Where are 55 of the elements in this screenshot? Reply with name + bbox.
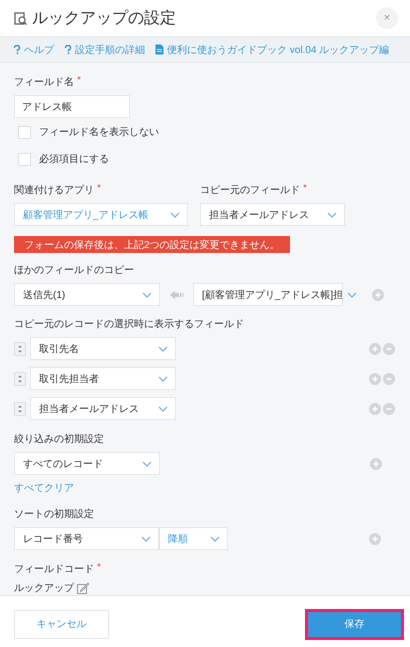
dropdown[interactable]: レコード番号 [14, 527, 159, 550]
text-input[interactable]: アドレス帳 [14, 95, 130, 118]
field-label: フィールドコード [14, 563, 94, 576]
dropdown[interactable]: 担当者メールアドレス [200, 203, 345, 226]
field-label: フィールド名 [14, 76, 74, 89]
field-label: コピー元のフィールド [200, 184, 300, 197]
chevron-down-icon [158, 404, 168, 412]
dialog-title: ルックアップの設定 [32, 8, 177, 28]
chevron-down-icon [347, 290, 358, 298]
required-mark: * [77, 75, 81, 88]
minus-icon [383, 402, 395, 414]
chevron-down-icon [158, 374, 168, 382]
checkbox[interactable] [18, 126, 31, 138]
dropdown[interactable]: 取引先担当者 [30, 367, 176, 390]
field-label: 関連付けるアプリ [14, 184, 94, 197]
required-mark: * [97, 562, 101, 575]
plus-icon [369, 402, 381, 414]
dropdown[interactable]: 取引先名 [30, 337, 176, 360]
chevron-down-icon [142, 460, 152, 468]
dropdown[interactable]: 送信先(1) [14, 283, 160, 306]
dropdown[interactable]: 担当者メールアドレス [30, 397, 176, 420]
field-label: ソートの初期設定 [14, 508, 94, 521]
sort-handle-icon [14, 402, 26, 416]
plus-icon [370, 458, 382, 470]
chevron-down-icon [170, 210, 180, 218]
lookup-icon [14, 12, 27, 24]
plus-icon [369, 342, 381, 354]
checkbox[interactable] [18, 152, 31, 166]
document-icon [155, 44, 164, 55]
edit-icon[interactable] [77, 582, 89, 594]
plus-icon [369, 372, 381, 384]
question-icon [64, 44, 72, 54]
chevron-down-icon [158, 344, 168, 352]
minus-icon [383, 372, 395, 384]
chevron-down-icon [141, 534, 151, 542]
required-mark: * [97, 183, 101, 196]
minus-icon [383, 342, 395, 354]
plus-icon [372, 288, 384, 300]
chevron-down-icon [327, 210, 337, 218]
sort-handle-icon [14, 342, 26, 356]
warning-banner: フォームの保存後は、上記2つの設定は変更できません。 [14, 236, 290, 253]
plus-icon [369, 532, 381, 544]
field-label: コピー元のレコードの選択時に表示するフィールド [14, 318, 244, 331]
checkbox-label: フィールド名を表示しない [39, 126, 159, 139]
dropdown[interactable]: すべてのレコード [14, 452, 160, 475]
field-label: 絞り込みの初期設定 [14, 432, 104, 446]
field-label: ほかのフィールドのコピー [14, 264, 134, 277]
field-code: ルックアップ [14, 582, 74, 595]
checkbox-label: 必須項目にする [39, 152, 109, 166]
chevron-down-icon [142, 290, 152, 298]
required-mark: * [303, 183, 307, 196]
sort-handle-icon [14, 372, 26, 386]
question-icon [13, 44, 21, 54]
chevron-down-icon [210, 534, 220, 542]
arrow-left-icon [170, 290, 184, 300]
